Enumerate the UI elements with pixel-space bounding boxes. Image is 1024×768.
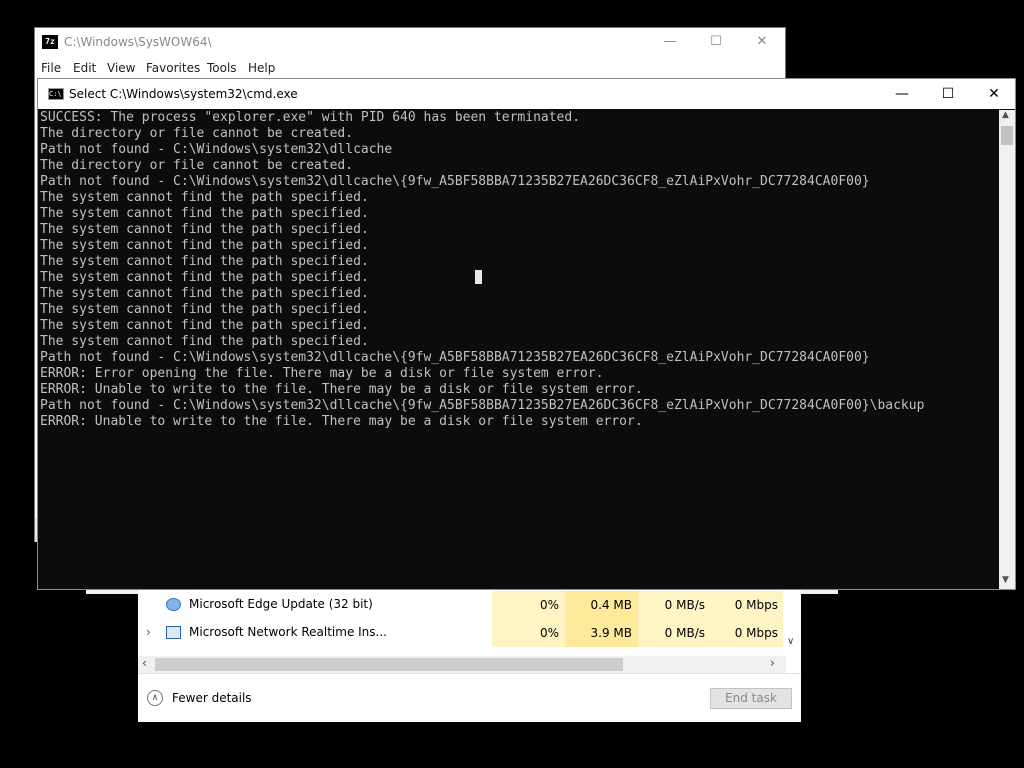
console-line: The system cannot find the path specifie… xyxy=(40,238,369,253)
cmd-title: Select C:\Windows\system32\cmd.exe xyxy=(69,87,298,101)
console-line: The system cannot find the path specifie… xyxy=(40,190,369,205)
process-name: Microsoft Edge Update (32 bit) xyxy=(189,597,373,611)
console-line: The directory or file cannot be created. xyxy=(40,158,354,173)
cmd-console-output[interactable]: SUCCESS: The process "explorer.exe" with… xyxy=(40,110,998,588)
text-cursor xyxy=(475,270,482,284)
console-line: The directory or file cannot be created. xyxy=(40,126,354,141)
taskmgr-horizontal-scrollbar[interactable]: ‹ › xyxy=(138,656,786,673)
menu-tools[interactable]: Tools xyxy=(207,61,237,75)
cmd-window: C:\ Select C:\Windows\system32\cmd.exe —… xyxy=(37,78,1016,590)
console-line: The system cannot find the path specifie… xyxy=(40,222,369,237)
expand-chevron-icon[interactable]: › xyxy=(146,625,151,639)
scroll-down-icon[interactable]: ▼ xyxy=(1002,575,1009,585)
console-line: The system cannot find the path specifie… xyxy=(40,206,369,221)
process-row[interactable]: › Microsoft Network Realtime Ins... 0% 3… xyxy=(138,619,801,647)
cmd-app-icon: C:\ xyxy=(48,88,64,100)
network-realtime-icon xyxy=(166,626,181,639)
console-line: ERROR: Error opening the file. There may… xyxy=(40,366,604,381)
sevenzip-titlebar[interactable]: 7z C:\Windows\SysWOW64\ — ☐ ✕ xyxy=(35,28,785,56)
console-line: ERROR: Unable to write to the file. Ther… xyxy=(40,382,643,397)
scroll-right-icon[interactable]: › xyxy=(770,656,775,670)
disk-cell: 0 MB/s xyxy=(638,591,711,619)
console-line: The system cannot find the path specifie… xyxy=(40,270,369,285)
console-line: SUCCESS: The process "explorer.exe" with… xyxy=(40,110,581,125)
scroll-down-icon[interactable]: ∨ xyxy=(787,636,794,647)
scrollbar-thumb[interactable] xyxy=(155,658,623,671)
fewer-details-link[interactable]: Fewer details xyxy=(172,691,252,705)
cmd-close-button[interactable]: ✕ xyxy=(971,79,1017,109)
taskmgr-vertical-scrollbar[interactable]: ∨ xyxy=(783,588,801,658)
network-cell: 0 Mbps xyxy=(711,619,784,647)
scrollbar-thumb[interactable] xyxy=(1001,126,1013,145)
scroll-left-icon[interactable]: ‹ xyxy=(142,656,147,670)
network-cell: 0 Mbps xyxy=(711,591,784,619)
scroll-up-icon[interactable]: ▲ xyxy=(1002,110,1009,120)
sevenzip-title: C:\Windows\SysWOW64\ xyxy=(64,35,212,49)
cpu-cell: 0% xyxy=(492,591,565,619)
console-line: The system cannot find the path specifie… xyxy=(40,318,369,333)
cmd-minimize-button[interactable]: — xyxy=(879,79,925,109)
menu-favorites[interactable]: Favorites xyxy=(146,61,200,75)
menu-view[interactable]: View xyxy=(107,61,135,75)
process-row[interactable]: Microsoft Edge Update (32 bit) 0% 0.4 MB… xyxy=(138,591,801,619)
cmd-maximize-button[interactable]: ☐ xyxy=(925,79,971,109)
sevenzip-app-icon: 7z xyxy=(42,35,58,49)
taskmgr-footer: ∧ Fewer details End task xyxy=(138,673,801,722)
menu-file[interactable]: File xyxy=(41,61,61,75)
menu-edit[interactable]: Edit xyxy=(73,61,96,75)
memory-cell: 0.4 MB xyxy=(565,591,638,619)
sevenzip-maximize-button[interactable]: ☐ xyxy=(693,28,739,56)
console-line: The system cannot find the path specifie… xyxy=(40,334,369,349)
console-line: The system cannot find the path specifie… xyxy=(40,254,369,269)
taskmgr-window: Microsoft Edge Update (32 bit) 0% 0.4 MB… xyxy=(138,588,801,722)
menu-help[interactable]: Help xyxy=(248,61,275,75)
process-name: Microsoft Network Realtime Ins... xyxy=(189,625,387,639)
sevenzip-menubar: File Edit View Favorites Tools Help xyxy=(35,59,785,77)
cmd-vertical-scrollbar[interactable]: ▲ ▼ xyxy=(999,110,1015,589)
console-line: The system cannot find the path specifie… xyxy=(40,286,369,301)
edge-update-icon xyxy=(166,598,181,611)
console-line: Path not found - C:\Windows\system32\dll… xyxy=(40,174,870,189)
sevenzip-close-button[interactable]: ✕ xyxy=(739,28,785,56)
console-line: The system cannot find the path specifie… xyxy=(40,302,369,317)
end-task-button[interactable]: End task xyxy=(710,688,792,709)
sevenzip-minimize-button[interactable]: — xyxy=(647,28,693,56)
disk-cell: 0 MB/s xyxy=(638,619,711,647)
chevron-up-circle-icon[interactable]: ∧ xyxy=(147,690,163,706)
console-line: ERROR: Unable to write to the file. Ther… xyxy=(40,414,643,429)
console-line: Path not found - C:\Windows\system32\dll… xyxy=(40,350,870,365)
console-line: Path not found - C:\Windows\system32\dll… xyxy=(40,398,925,413)
console-line: Path not found - C:\Windows\system32\dll… xyxy=(40,142,393,157)
cpu-cell: 0% xyxy=(492,619,565,647)
memory-cell: 3.9 MB xyxy=(565,619,638,647)
cmd-titlebar[interactable]: C:\ Select C:\Windows\system32\cmd.exe —… xyxy=(38,79,1015,109)
